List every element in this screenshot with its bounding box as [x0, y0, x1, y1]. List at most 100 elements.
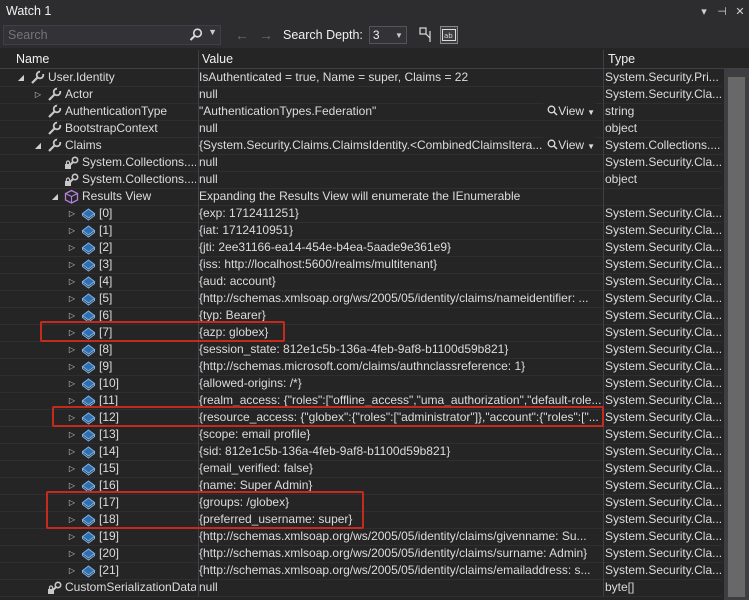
search-box[interactable]: ▼: [3, 25, 221, 45]
collapsed-arrow-icon[interactable]: ▷: [67, 256, 77, 273]
watch-row[interactable]: ▷ [1] {iat: 1712410951} System.Security.Cla…: [0, 222, 722, 240]
watch-row[interactable]: ▷ [10] {allowed-origins: /*} System.Securit…: [0, 375, 722, 393]
scrollbar-thumb[interactable]: [728, 77, 745, 597]
row-name-cell: ▷ [15]: [0, 460, 196, 477]
watch-row[interactable]: BootstrapContext null object: [0, 120, 722, 138]
column-divider: [603, 375, 604, 392]
close-icon[interactable]: ✕: [731, 5, 749, 18]
watch-row[interactable]: ▷ [0] {exp: 1712411251} System.Security.Cla…: [0, 205, 722, 223]
watch-row[interactable]: ▷ [15] {email_verified: false} System.Secur…: [0, 460, 722, 478]
row-value-cell[interactable]: {http://schemas.xmlsoap.org/ws/2005/05/i…: [199, 290, 601, 307]
row-value-cell[interactable]: {http://schemas.microsoft.com/claims/aut…: [199, 358, 601, 375]
pin-icon[interactable]: ⊣: [713, 5, 731, 18]
watch-row[interactable]: ▷ [21] {http://schemas.xmlsoap.org/ws/2005…: [0, 562, 722, 580]
row-name: [13]: [99, 427, 120, 441]
row-value-cell[interactable]: {http://schemas.xmlsoap.org/ws/2005/05/i…: [199, 562, 601, 579]
row-value-cell[interactable]: "AuthenticationTypes.Federation" View ▼: [199, 103, 601, 120]
collapsed-arrow-icon[interactable]: ▷: [67, 460, 77, 477]
row-value: {exp: 1712411251}: [199, 206, 299, 220]
watch-row[interactable]: CustomSerializationData null byte[]: [0, 579, 722, 597]
back-arrow-icon[interactable]: ←: [235, 27, 249, 43]
row-type-cell: System.Security.Cla...: [605, 86, 722, 103]
collapsed-arrow-icon[interactable]: ▷: [67, 273, 77, 290]
row-value-cell[interactable]: Expanding the Results View will enumerat…: [199, 188, 601, 205]
column-header-value[interactable]: Value: [202, 52, 233, 66]
svg-text:ab: ab: [444, 32, 453, 40]
column-divider[interactable]: [603, 50, 604, 68]
expanded-arrow-icon[interactable]: ◢: [50, 188, 60, 205]
watch-row[interactable]: ▷ [4] {aud: account} System.Security.Cla...: [0, 273, 722, 291]
collapsed-arrow-icon[interactable]: ▷: [67, 341, 77, 358]
search-input[interactable]: [4, 27, 190, 43]
collapsed-arrow-icon[interactable]: ▷: [67, 205, 77, 222]
row-value-cell[interactable]: null: [199, 154, 601, 171]
column-header-name[interactable]: Name: [16, 52, 49, 66]
collapsed-arrow-icon[interactable]: ▷: [67, 222, 77, 239]
collapsed-arrow-icon[interactable]: ▷: [67, 443, 77, 460]
row-value-cell[interactable]: {System.Security.Claims.ClaimsIdentity.<…: [199, 137, 601, 154]
column-divider[interactable]: [198, 50, 199, 68]
row-value-cell[interactable]: null: [199, 171, 601, 188]
watch-row[interactable]: ▷ [13] {scope: email profile} System.Securi…: [0, 426, 722, 444]
row-name: [9]: [99, 359, 113, 373]
watch-row[interactable]: ▷ [9] {http://schemas.microsoft.com/claims…: [0, 358, 722, 376]
row-value-cell[interactable]: {jti: 2ee31166-ea14-454e-b4ea-5aade9e361…: [199, 239, 601, 256]
collapsed-arrow-icon[interactable]: ▷: [67, 545, 77, 562]
row-value-cell[interactable]: {exp: 1712411251}: [199, 205, 601, 222]
row-value-cell[interactable]: {session_state: 812e1c5b-136a-4feb-9af8-…: [199, 341, 601, 358]
collapsed-arrow-icon[interactable]: ▷: [33, 86, 43, 103]
watch-row[interactable]: ▷ [8] {session_state: 812e1c5b-136a-4feb-9…: [0, 341, 722, 359]
watch-row[interactable]: ▷ [19] {http://schemas.xmlsoap.org/ws/2005…: [0, 528, 722, 546]
row-value-cell[interactable]: {iss: http://localhost:5600/realms/multi…: [199, 256, 601, 273]
collapsed-arrow-icon[interactable]: ▷: [67, 375, 77, 392]
visualizer-view-button[interactable]: View ▼: [543, 103, 595, 120]
row-value-cell[interactable]: {aud: account}: [199, 273, 601, 290]
row-value-cell[interactable]: {scope: email profile}: [199, 426, 601, 443]
watch-row[interactable]: ◢ Results View Expanding the Results View …: [0, 188, 722, 206]
row-name-cell: ▷ [9]: [0, 358, 196, 375]
watch-row[interactable]: ▷ [14] {sid: 812e1c5b-136a-4feb-9af8-b1100…: [0, 443, 722, 461]
search-icon[interactable]: [188, 27, 204, 43]
row-value-cell[interactable]: {http://schemas.xmlsoap.org/ws/2005/05/i…: [199, 545, 601, 562]
watch-row[interactable]: ▷ [5] {http://schemas.xmlsoap.org/ws/2005/…: [0, 290, 722, 308]
row-value-cell[interactable]: IsAuthenticated = true, Name = super, Cl…: [199, 69, 601, 86]
row-value-cell[interactable]: null: [199, 86, 601, 103]
row-value-cell[interactable]: {email_verified: false}: [199, 460, 601, 477]
column-header-type[interactable]: Type: [608, 52, 635, 66]
collapsed-arrow-icon[interactable]: ▷: [67, 562, 77, 579]
pin-to-source-icon[interactable]: [419, 27, 435, 43]
search-options-chevron-icon[interactable]: ▼: [208, 27, 217, 37]
watch-row[interactable]: ◢ User.Identity IsAuthenticated = true, Na…: [0, 69, 722, 87]
watch-row[interactable]: System.Collections.... null System.Securit…: [0, 154, 722, 172]
row-value-cell[interactable]: null: [199, 579, 601, 596]
expanded-arrow-icon[interactable]: ◢: [16, 69, 26, 86]
search-depth-select[interactable]: 3 ▼: [368, 26, 407, 44]
expanded-arrow-icon[interactable]: ◢: [33, 137, 43, 154]
row-value-cell[interactable]: {iat: 1712410951}: [199, 222, 601, 239]
row-value-cell[interactable]: {http://schemas.xmlsoap.org/ws/2005/05/i…: [199, 528, 601, 545]
collapsed-arrow-icon[interactable]: ▷: [67, 528, 77, 545]
row-value-cell[interactable]: {sid: 812e1c5b-136a-4feb-9af8-b1100d59b8…: [199, 443, 601, 460]
watch-row[interactable]: ▷ Actor null System.Security.Cla...: [0, 86, 722, 104]
visualizer-view-button[interactable]: View ▼: [543, 137, 595, 154]
collapsed-arrow-icon[interactable]: ▷: [67, 290, 77, 307]
row-value-cell[interactable]: null: [199, 120, 601, 137]
collapsed-arrow-icon[interactable]: ▷: [67, 239, 77, 256]
forward-arrow-icon[interactable]: →: [259, 27, 273, 43]
hex-display-toggle[interactable]: ab: [439, 26, 458, 44]
vertical-scrollbar[interactable]: [724, 69, 749, 600]
row-name-cell: AuthenticationType: [0, 103, 196, 120]
watch-row[interactable]: AuthenticationType "AuthenticationTypes.F…: [0, 103, 722, 121]
watch-row[interactable]: ▷ [2] {jti: 2ee31166-ea14-454e-b4ea-5aade9…: [0, 239, 722, 257]
watch-row[interactable]: ◢ Claims {System.Security.Claims.ClaimsIde…: [0, 137, 722, 155]
row-name: User.Identity: [48, 70, 115, 84]
dropdown-icon[interactable]: ▾: [695, 5, 713, 18]
watch-row[interactable]: System.Collections.... null object: [0, 171, 722, 189]
row-value-cell[interactable]: {allowed-origins: /*}: [199, 375, 601, 392]
collapsed-arrow-icon[interactable]: ▷: [67, 358, 77, 375]
row-type-cell: System.Security.Cla...: [605, 545, 722, 562]
watch-row[interactable]: ▷ [20] {http://schemas.xmlsoap.org/ws/2005…: [0, 545, 722, 563]
collapsed-arrow-icon[interactable]: ▷: [67, 426, 77, 443]
row-name: System.Collections....: [82, 172, 196, 186]
watch-row[interactable]: ▷ [3] {iss: http://localhost:5600/realms/m…: [0, 256, 722, 274]
